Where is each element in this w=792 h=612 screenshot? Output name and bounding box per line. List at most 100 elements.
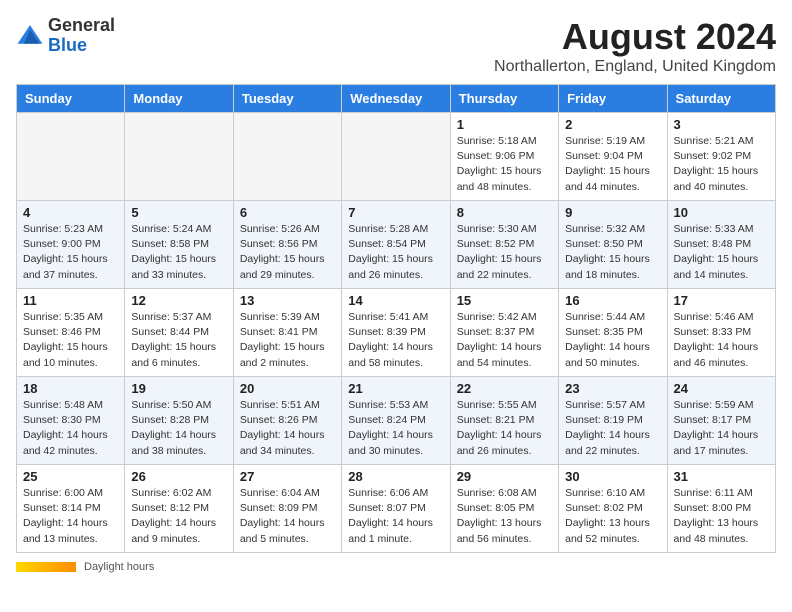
day-number: 21	[348, 381, 443, 396]
day-info: Sunrise: 5:42 AMSunset: 8:37 PMDaylight:…	[457, 310, 552, 371]
calendar-header-row: SundayMondayTuesdayWednesdayThursdayFrid…	[17, 85, 776, 113]
calendar-cell: 2Sunrise: 5:19 AMSunset: 9:04 PMDaylight…	[559, 113, 667, 201]
day-info: Sunrise: 5:53 AMSunset: 8:24 PMDaylight:…	[348, 398, 443, 459]
calendar-cell: 13 Sunrise: 5:39 AMSunset: 8:41 PMDayligh…	[233, 289, 341, 377]
day-number: 8	[457, 205, 552, 220]
logo-text: General Blue	[48, 16, 115, 56]
day-number: 23	[565, 381, 660, 396]
day-number: 20	[240, 381, 335, 396]
calendar-cell: 21 Sunrise: 5:53 AMSunset: 8:24 PMDayligh…	[342, 377, 450, 465]
calendar-cell: 10 Sunrise: 5:33 AMSunset: 8:48 PMDayligh…	[667, 201, 775, 289]
day-info: Sunrise: 6:00 AMSunset: 8:14 PMDaylight:…	[23, 486, 118, 547]
day-number: 27	[240, 469, 335, 484]
calendar-header-friday: Friday	[559, 85, 667, 113]
day-number: 12	[131, 293, 226, 308]
calendar-cell: 19 Sunrise: 5:50 AMSunset: 8:28 PMDayligh…	[125, 377, 233, 465]
day-info: Sunrise: 5:46 AMSunset: 8:33 PMDaylight:…	[674, 310, 769, 371]
calendar-cell: 8 Sunrise: 5:30 AMSunset: 8:52 PMDaylight…	[450, 201, 558, 289]
logo: General Blue	[16, 16, 115, 56]
day-info: Sunrise: 5:30 AMSunset: 8:52 PMDaylight:…	[457, 222, 552, 283]
logo-general: General	[48, 15, 115, 35]
day-info: Sunrise: 5:59 AMSunset: 8:17 PMDaylight:…	[674, 398, 769, 459]
day-number: 30	[565, 469, 660, 484]
calendar-week-row: 11 Sunrise: 5:35 AMSunset: 8:46 PMDayligh…	[17, 289, 776, 377]
calendar-week-row: 4 Sunrise: 5:23 AMSunset: 9:00 PMDaylight…	[17, 201, 776, 289]
calendar-cell: 14Sunrise: 5:41 AMSunset: 8:39 PMDayligh…	[342, 289, 450, 377]
day-info: Sunrise: 5:18 AMSunset: 9:06 PMDaylight:…	[457, 134, 552, 195]
day-info: Sunrise: 6:04 AMSunset: 8:09 PMDaylight:…	[240, 486, 335, 547]
calendar-footer: Daylight hours	[16, 561, 776, 573]
day-number: 13	[240, 293, 335, 308]
day-number: 4	[23, 205, 118, 220]
logo-blue: Blue	[48, 35, 87, 55]
calendar-cell: 24 Sunrise: 5:59 AMSunset: 8:17 PMDayligh…	[667, 377, 775, 465]
day-info: Sunrise: 5:32 AMSunset: 8:50 PMDaylight:…	[565, 222, 660, 283]
calendar-cell: 1 Sunrise: 5:18 AMSunset: 9:06 PMDaylight…	[450, 113, 558, 201]
calendar-cell: 31Sunrise: 6:11 AMSunset: 8:00 PMDayligh…	[667, 465, 775, 553]
day-info: Sunrise: 6:02 AMSunset: 8:12 PMDaylight:…	[131, 486, 226, 547]
calendar-header-tuesday: Tuesday	[233, 85, 341, 113]
day-info: Sunrise: 5:39 AMSunset: 8:41 PMDaylight:…	[240, 310, 335, 371]
calendar-cell: 16Sunrise: 5:44 AMSunset: 8:35 PMDayligh…	[559, 289, 667, 377]
calendar-cell	[17, 113, 125, 201]
day-number: 28	[348, 469, 443, 484]
day-info: Sunrise: 5:51 AMSunset: 8:26 PMDaylight:…	[240, 398, 335, 459]
calendar-cell: 20 Sunrise: 5:51 AMSunset: 8:26 PMDayligh…	[233, 377, 341, 465]
day-info: Sunrise: 5:35 AMSunset: 8:46 PMDaylight:…	[23, 310, 118, 371]
calendar-header-wednesday: Wednesday	[342, 85, 450, 113]
calendar-cell: 23 Sunrise: 5:57 AMSunset: 8:19 PMDayligh…	[559, 377, 667, 465]
calendar-cell: 15Sunrise: 5:42 AMSunset: 8:37 PMDayligh…	[450, 289, 558, 377]
day-number: 16	[565, 293, 660, 308]
page-header: General Blue August 2024 Northallerton, …	[16, 16, 776, 76]
day-number: 5	[131, 205, 226, 220]
day-number: 1	[457, 117, 552, 132]
calendar-cell: 17Sunrise: 5:46 AMSunset: 8:33 PMDayligh…	[667, 289, 775, 377]
calendar-cell: 3Sunrise: 5:21 AMSunset: 9:02 PMDaylight…	[667, 113, 775, 201]
daylight-bar-icon	[16, 562, 76, 572]
calendar-cell	[342, 113, 450, 201]
day-number: 24	[674, 381, 769, 396]
day-info: Sunrise: 6:08 AMSunset: 8:05 PMDaylight:…	[457, 486, 552, 547]
calendar-week-row: 25 Sunrise: 6:00 AMSunset: 8:14 PMDayligh…	[17, 465, 776, 553]
daylight-label: Daylight hours	[84, 561, 154, 573]
day-number: 6	[240, 205, 335, 220]
day-number: 14	[348, 293, 443, 308]
day-info: Sunrise: 5:57 AMSunset: 8:19 PMDaylight:…	[565, 398, 660, 459]
calendar-cell: 18Sunrise: 5:48 AMSunset: 8:30 PMDayligh…	[17, 377, 125, 465]
location-subtitle: Northallerton, England, United Kingdom	[494, 58, 776, 76]
day-info: Sunrise: 5:55 AMSunset: 8:21 PMDaylight:…	[457, 398, 552, 459]
day-number: 10	[674, 205, 769, 220]
day-number: 7	[348, 205, 443, 220]
day-info: Sunrise: 5:28 AMSunset: 8:54 PMDaylight:…	[348, 222, 443, 283]
day-info: Sunrise: 5:23 AMSunset: 9:00 PMDaylight:…	[23, 222, 118, 283]
day-info: Sunrise: 5:19 AMSunset: 9:04 PMDaylight:…	[565, 134, 660, 195]
calendar-header-sunday: Sunday	[17, 85, 125, 113]
day-number: 29	[457, 469, 552, 484]
day-info: Sunrise: 5:48 AMSunset: 8:30 PMDaylight:…	[23, 398, 118, 459]
day-number: 22	[457, 381, 552, 396]
calendar-cell: 9Sunrise: 5:32 AMSunset: 8:50 PMDaylight…	[559, 201, 667, 289]
day-number: 26	[131, 469, 226, 484]
day-number: 19	[131, 381, 226, 396]
calendar-cell: 12Sunrise: 5:37 AMSunset: 8:44 PMDayligh…	[125, 289, 233, 377]
day-number: 25	[23, 469, 118, 484]
day-info: Sunrise: 6:10 AMSunset: 8:02 PMDaylight:…	[565, 486, 660, 547]
calendar-header-thursday: Thursday	[450, 85, 558, 113]
day-number: 3	[674, 117, 769, 132]
day-info: Sunrise: 6:06 AMSunset: 8:07 PMDaylight:…	[348, 486, 443, 547]
calendar-cell: 26 Sunrise: 6:02 AMSunset: 8:12 PMDayligh…	[125, 465, 233, 553]
calendar-cell: 4 Sunrise: 5:23 AMSunset: 9:00 PMDaylight…	[17, 201, 125, 289]
calendar-cell: 30 Sunrise: 6:10 AMSunset: 8:02 PMDayligh…	[559, 465, 667, 553]
day-info: Sunrise: 5:50 AMSunset: 8:28 PMDaylight:…	[131, 398, 226, 459]
calendar-cell: 28 Sunrise: 6:06 AMSunset: 8:07 PMDayligh…	[342, 465, 450, 553]
calendar-cell	[233, 113, 341, 201]
calendar-cell: 7 Sunrise: 5:28 AMSunset: 8:54 PMDaylight…	[342, 201, 450, 289]
calendar-cell: 5Sunrise: 5:24 AMSunset: 8:58 PMDaylight…	[125, 201, 233, 289]
day-info: Sunrise: 5:33 AMSunset: 8:48 PMDaylight:…	[674, 222, 769, 283]
calendar-cell: 29 Sunrise: 6:08 AMSunset: 8:05 PMDayligh…	[450, 465, 558, 553]
logo-icon	[16, 22, 44, 50]
calendar-cell: 11 Sunrise: 5:35 AMSunset: 8:46 PMDayligh…	[17, 289, 125, 377]
day-number: 11	[23, 293, 118, 308]
calendar-header-monday: Monday	[125, 85, 233, 113]
title-block: August 2024 Northallerton, England, Unit…	[494, 16, 776, 76]
